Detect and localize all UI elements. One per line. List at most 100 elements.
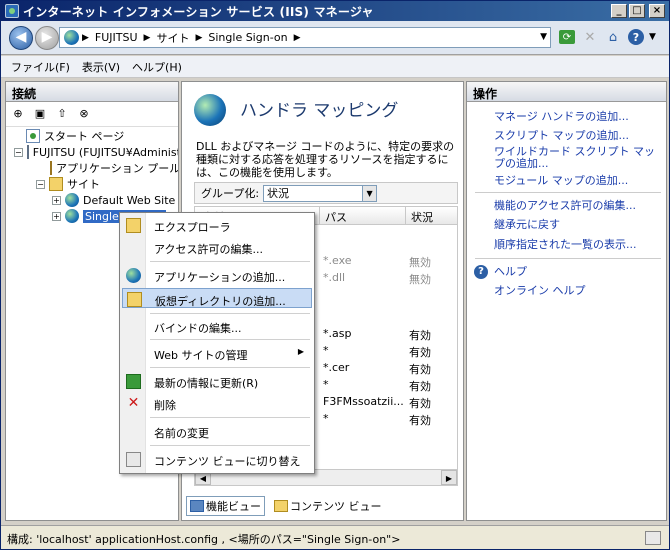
- action-online-help[interactable]: オンライン ヘルプ: [494, 285, 664, 297]
- refresh-icon: [126, 374, 141, 389]
- menu-item-explorer[interactable]: エクスプローラ: [122, 215, 312, 235]
- forward-arrow-icon: ▶: [41, 29, 53, 45]
- view-switcher: 機能ビュー コンテンツ ビュー: [186, 496, 385, 516]
- action-help[interactable]: ヘルプ: [494, 266, 664, 278]
- connect-icon[interactable]: ⊕: [9, 107, 27, 123]
- content-view-icon: [126, 452, 141, 467]
- window-title: インターネット インフォメーション サービス (IIS) マネージャ: [23, 4, 374, 19]
- menu-item-switch-to-content-view[interactable]: コンテンツ ビューに切り替え: [122, 449, 312, 469]
- close-button[interactable]: ×: [649, 4, 665, 18]
- menu-help[interactable]: ヘルプ(H): [132, 59, 182, 75]
- add-application-icon: [126, 268, 141, 283]
- back-button[interactable]: ◀: [9, 26, 33, 50]
- address-dropdown-icon[interactable]: ▼: [540, 32, 547, 42]
- actions-pane: 操作 マネージ ハンドラの追加... スクリプト マップの追加... ワイルドカ…: [466, 81, 667, 521]
- menu-item-edit-permissions[interactable]: アクセス許可の編集...: [122, 237, 312, 257]
- explorer-icon: [126, 218, 141, 233]
- site-globe-icon: [65, 209, 79, 223]
- help-icon: ?: [474, 265, 488, 279]
- menu-file[interactable]: ファイル(F): [11, 59, 70, 75]
- context-menu: エクスプローラ アクセス許可の編集... アプリケーションの追加... 仮想ディ…: [119, 212, 315, 474]
- globe-icon: [64, 30, 79, 45]
- iis-manager-window: インターネット インフォメーション サービス (IIS) マネージャ _ □ ×…: [0, 0, 670, 550]
- iis-app-icon: [5, 4, 19, 18]
- scroll-right-icon[interactable]: ▶: [441, 470, 457, 485]
- breadcrumb-separator-icon: ▶: [143, 32, 151, 43]
- title-bar: インターネット インフォメーション サービス (IIS) マネージャ _ □ ×: [1, 1, 669, 21]
- menu-item-delete[interactable]: ✕ 削除: [122, 393, 312, 413]
- address-toolbar: ◀ ▶ ▶ FUJITSU ▶ サイト ▶ Single Sign-on ▶ ▼…: [1, 21, 669, 55]
- home-button[interactable]: ⌂: [603, 27, 623, 47]
- group-by-select[interactable]: 状況 ▼: [263, 184, 378, 202]
- menu-item-refresh[interactable]: 最新の情報に更新(R): [122, 371, 312, 391]
- chevron-down-icon: ▼: [362, 185, 377, 201]
- actions-header: 操作: [467, 82, 666, 102]
- breadcrumb-separator-icon: ▶: [293, 32, 301, 43]
- maximize-button[interactable]: □: [629, 4, 645, 18]
- disconnect-icon[interactable]: ⊗: [75, 107, 93, 123]
- menu-item-edit-bindings[interactable]: バインドの編集...: [122, 316, 312, 336]
- action-revert-to-inherited[interactable]: 継承元に戻す: [494, 219, 664, 231]
- action-add-script-map[interactable]: スクリプト マップの追加...: [494, 130, 664, 142]
- connections-toolbar: ⊕ ▣ ⇧ ⊗: [6, 103, 178, 127]
- action-edit-feature-permissions[interactable]: 機能のアクセス許可の編集...: [494, 200, 664, 212]
- address-bar[interactable]: ▶ FUJITSU ▶ サイト ▶ Single Sign-on ▶ ▼: [59, 27, 551, 48]
- action-add-managed-handler[interactable]: マネージ ハンドラの追加...: [494, 111, 664, 123]
- server-icon: [26, 145, 29, 159]
- menu-view[interactable]: 表示(V): [82, 59, 120, 75]
- breadcrumb-sites[interactable]: サイト: [156, 30, 189, 46]
- save-icon[interactable]: ▣: [31, 107, 49, 123]
- up-folder-icon[interactable]: ⇧: [53, 107, 71, 123]
- tree-node-default-web-site[interactable]: + Default Web Site: [52, 192, 178, 208]
- column-header-path[interactable]: パス: [325, 209, 347, 225]
- forward-button[interactable]: ▶: [35, 26, 59, 50]
- expand-icon[interactable]: +: [52, 211, 61, 221]
- refresh-icon: ⟳: [559, 30, 575, 44]
- breadcrumb-fujitsu[interactable]: FUJITSU: [95, 31, 138, 44]
- action-add-module-map[interactable]: モジュール マップの追加...: [494, 175, 664, 187]
- expand-icon[interactable]: +: [52, 195, 61, 205]
- features-view-button[interactable]: 機能ビュー: [186, 496, 265, 516]
- back-arrow-icon: ◀: [15, 29, 27, 45]
- menu-item-rename[interactable]: 名前の変更: [122, 421, 312, 441]
- page-title: ハンドラ マッピング: [240, 101, 399, 121]
- group-by-bar: グループ化: 状況 ▼: [194, 182, 458, 204]
- help-icon: ?: [628, 29, 644, 45]
- add-virtual-directory-icon: [127, 292, 142, 307]
- tree-node-app-pools[interactable]: アプリケーション プール: [50, 160, 178, 176]
- network-status-icon: [645, 531, 661, 545]
- breadcrumb-single-sign-on[interactable]: Single Sign-on: [208, 31, 287, 44]
- collapse-icon[interactable]: −: [36, 179, 45, 189]
- site-globe-icon: [65, 193, 79, 207]
- status-bar: 構成: 'localhost' applicationHost.config ,…: [1, 525, 669, 549]
- start-page-icon: [26, 129, 40, 143]
- refresh-button[interactable]: ⟳: [557, 27, 577, 47]
- menu-bar: ファイル(F) 表示(V) ヘルプ(H): [1, 56, 669, 78]
- stop-icon: ✕: [584, 29, 596, 45]
- column-header-status[interactable]: 状況: [411, 209, 433, 225]
- connections-header: 接続: [6, 82, 178, 102]
- action-add-wildcard-script-map[interactable]: ワイルドカード スクリプト マップの追加...: [494, 146, 664, 170]
- breadcrumb-separator-icon: ▶: [82, 32, 89, 43]
- tree-node-server[interactable]: − FUJITSU (FUJITSU¥Administrator): [14, 144, 178, 160]
- tree-node-start-page[interactable]: スタート ページ: [26, 128, 124, 144]
- collapse-icon[interactable]: −: [14, 147, 23, 157]
- sites-folder-icon: [49, 177, 63, 191]
- minimize-button[interactable]: _: [611, 4, 627, 18]
- menu-item-add-application[interactable]: アプリケーションの追加...: [122, 265, 312, 285]
- tree-node-sites[interactable]: − サイト: [36, 176, 100, 192]
- menu-item-manage-web-site[interactable]: Web サイトの管理 ▶: [122, 343, 312, 363]
- status-text: 構成: 'localhost' applicationHost.config ,…: [7, 533, 401, 546]
- group-by-label: グループ化:: [201, 187, 260, 200]
- help-button[interactable]: ?: [626, 27, 646, 47]
- content-view-button[interactable]: コンテンツ ビュー: [271, 497, 385, 515]
- features-view-icon: [190, 500, 204, 512]
- handler-mappings-globe-icon: [194, 94, 226, 126]
- breadcrumb-separator-icon: ▶: [195, 32, 203, 43]
- stop-button[interactable]: ✕: [580, 27, 600, 47]
- help-dropdown-icon[interactable]: ▼: [649, 32, 656, 42]
- app-pool-icon: [50, 161, 52, 175]
- action-view-ordered-list[interactable]: 順序指定された一覧の表示...: [494, 239, 664, 251]
- submenu-arrow-icon: ▶: [297, 347, 304, 356]
- menu-item-add-virtual-directory[interactable]: 仮想ディレクトリの追加...: [122, 288, 312, 308]
